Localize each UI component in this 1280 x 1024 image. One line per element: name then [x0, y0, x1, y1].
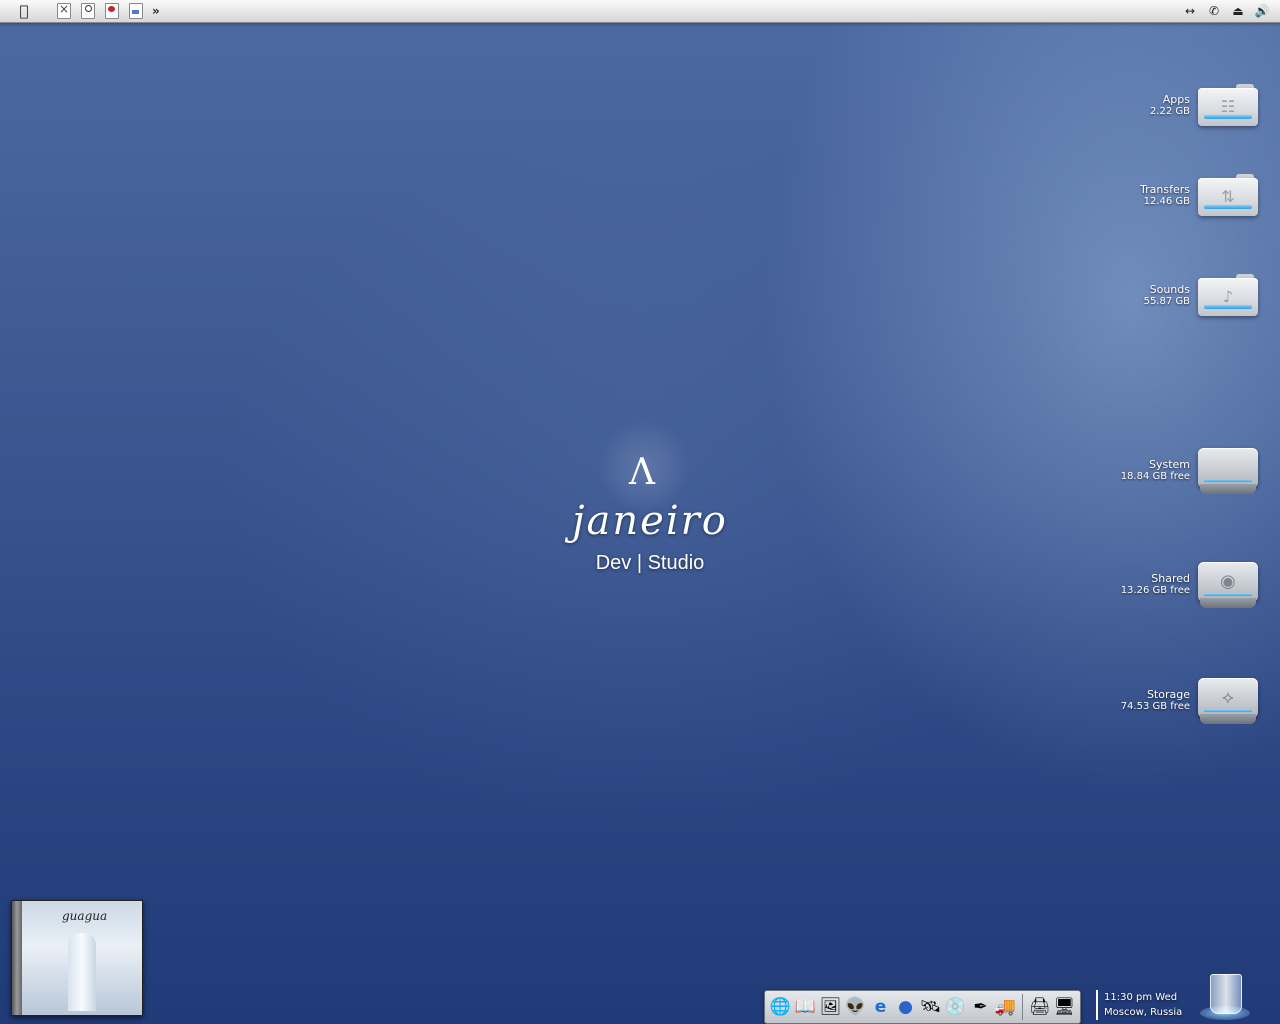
drive-sounds[interactable]: Sounds 55.87 GB ♪ [1144, 274, 1258, 318]
volume-icon[interactable]: 🔊 [1254, 3, 1270, 19]
drive-shared[interactable]: Shared 13.26 GB free ◉ [1121, 560, 1258, 610]
clock-widget: 11:30 pm Wed Moscow, Russia [1096, 990, 1182, 1020]
x-doc-icon[interactable] [56, 2, 72, 19]
blue-ball-icon[interactable]: ● [894, 994, 917, 1020]
network-disk-icon[interactable]: ◉ [1198, 560, 1258, 610]
drive-size: 55.87 GB [1143, 296, 1190, 307]
eject-icon[interactable]: ⏏ [1230, 3, 1246, 19]
album-cover-widget[interactable]: guagua [11, 900, 143, 1016]
truck-icon[interactable]: 🚚 [994, 994, 1017, 1020]
more-menu-button[interactable]: » [152, 4, 160, 18]
menu-bar:  » ↔ ✆ ⏏ 🔊 [0, 0, 1280, 23]
network-icon[interactable]: ↔ [1182, 3, 1198, 19]
drive-size: 12.46 GB [1143, 196, 1190, 207]
globe-icon[interactable]: 🌐 [769, 994, 792, 1020]
drive-apps[interactable]: Apps 2.22 GB ☷ [1150, 84, 1258, 128]
flower-doc-icon[interactable] [104, 3, 120, 19]
drive-name: Apps [1162, 93, 1190, 106]
drive-transfers[interactable]: Transfers 12.46 GB ⇅ [1140, 174, 1258, 218]
firewire-disk-icon[interactable]: ⟡ [1198, 676, 1258, 726]
drive-name: Storage [1146, 688, 1190, 701]
printer-icon[interactable]: 🖨 [1028, 994, 1051, 1020]
clock-time: 11:30 pm Wed [1104, 992, 1178, 1003]
flame-icon: Λ [629, 452, 655, 493]
book-icon[interactable]: 📖 [794, 994, 817, 1020]
drive-name: Transfers [1140, 183, 1190, 196]
drive-size: 2.22 GB [1149, 106, 1190, 117]
logo-dev: Dev [595, 552, 632, 574]
logo-wordmark: janeiro [572, 498, 728, 544]
picture-icon[interactable]: 🖼 [819, 994, 842, 1020]
dock-separator [1022, 994, 1023, 1020]
logo-studio: Studio [647, 552, 705, 574]
dock: 🌐 📖 🖼 👽 e ● 🛰 💿 ✒ 🚚 🖨 🖥 [764, 990, 1081, 1024]
alien-icon[interactable]: 👽 [844, 994, 867, 1020]
folder-icon[interactable]: ⇅ [1198, 174, 1258, 218]
cd-icon[interactable]: 💿 [944, 994, 967, 1020]
trash-icon[interactable] [1200, 972, 1250, 1020]
ie-icon[interactable]: e [869, 994, 892, 1020]
drive-size: 18.84 GB free [1120, 471, 1190, 482]
album-title: guagua [62, 909, 108, 923]
folder-icon[interactable]: ☷ [1198, 84, 1258, 128]
apple-icon[interactable]:  [14, 2, 34, 20]
satellite-icon[interactable]: 🛰 [919, 994, 942, 1020]
drive-name: Shared [1151, 572, 1190, 585]
folder-icon[interactable]: ♪ [1198, 274, 1258, 318]
finder-icon[interactable]: 🖥 [1053, 994, 1076, 1020]
phone-icon[interactable]: ✆ [1206, 3, 1222, 19]
clock-location: Moscow, Russia [1104, 1007, 1183, 1018]
pen-icon[interactable]: ✒ [969, 994, 992, 1020]
drive-storage[interactable]: Storage 74.53 GB free ⟡ [1121, 676, 1258, 726]
drive-system[interactable]: System 18.84 GB free [1121, 446, 1258, 496]
logo-subtitle: Dev | Studio [555, 552, 745, 575]
blue-doc-icon[interactable] [128, 3, 144, 19]
hard-disk-icon[interactable] [1198, 446, 1258, 496]
drive-name: System [1148, 458, 1190, 471]
drive-size: 74.53 GB free [1120, 701, 1190, 712]
drive-size: 13.26 GB free [1120, 585, 1190, 596]
pin-doc-icon[interactable] [80, 3, 96, 19]
logo-divider: | [636, 552, 643, 574]
album-art [68, 933, 96, 1011]
drive-name: Sounds [1149, 283, 1190, 296]
